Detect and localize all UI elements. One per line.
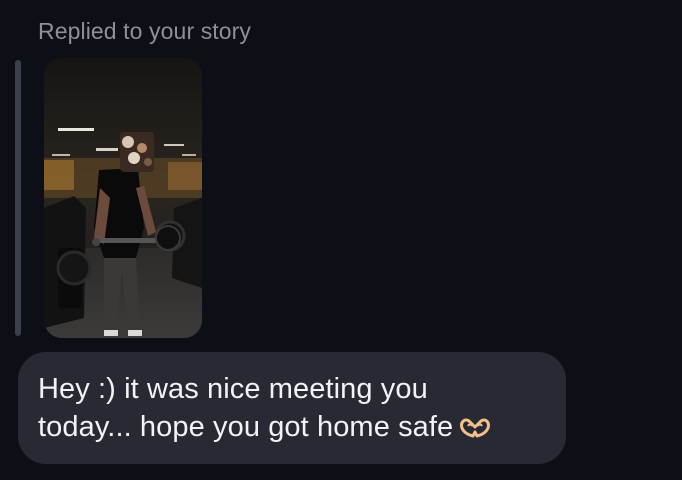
story-photo-gym (44, 58, 202, 338)
story-thumbnail[interactable] (44, 58, 202, 338)
message-text: Hey :) it was nice meeting you today... … (38, 370, 546, 446)
message-line-2-text: today... hope you got home safe (38, 411, 454, 443)
reply-context-label: Replied to your story (38, 18, 252, 44)
chat-screen: Replied to your story Hey:) it was nice… (0, 0, 682, 480)
heart-hands-icon (459, 412, 491, 438)
message-bubble[interactable]: Hey :) it was nice meeting you today... … (18, 352, 566, 464)
reply-quote-bar (15, 60, 21, 336)
message-line-1: Hey :) it was nice meeting you (38, 373, 428, 405)
message-line-2: today... hope you got home safe (38, 408, 546, 446)
